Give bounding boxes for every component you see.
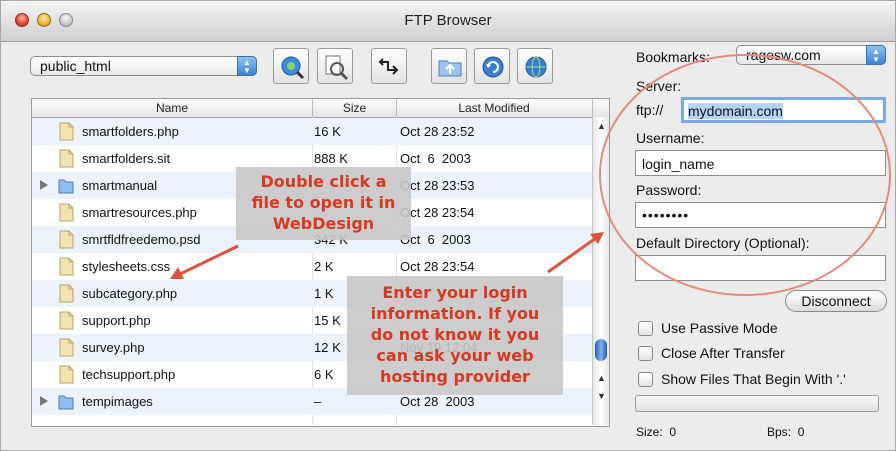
scroll-up-arrow-icon[interactable]: ▲ [597,373,606,383]
refresh-icon [482,56,504,78]
document-icon [59,149,74,168]
file-name: techsupport.php [82,367,176,382]
close-after-transfer-checkbox[interactable] [638,346,653,361]
password-label: Password: [636,182,702,198]
document-icon [59,284,74,303]
file-size: – [314,394,322,409]
file-size: 2 K [314,259,334,274]
folder-icon [58,179,74,194]
file-modified: Oct 28 23:54 [400,259,475,274]
scroll-up-arrow-icon[interactable]: ▲ [597,121,606,131]
login-info-callout: Enter your login information. If you do … [347,276,563,395]
bookmarks-label: Bookmarks: [636,49,710,65]
file-size: 12 K [314,340,341,355]
file-modified: Oct 28 23:54 [400,205,475,220]
folder-popup[interactable]: public_html ▲ ▼ [30,56,257,76]
server-field[interactable]: mydomain.com [681,97,886,123]
table-header: Name Size Last Modified [32,99,609,118]
bps-status-label: Bps: 0 [767,425,805,439]
username-label: Username: [636,130,705,146]
username-field-value: login_name [642,156,715,172]
file-name: survey.php [82,340,145,355]
bookmarks-popup[interactable]: ragesw.com ▲ ▼ [736,45,886,65]
upload-icon [438,60,462,77]
document-icon [59,230,74,249]
document-icon [59,203,74,222]
transfer-progress-bar [635,395,879,412]
refresh-button[interactable] [474,48,510,84]
web-icon [525,56,547,78]
file-row[interactable]: smartfolders.php 16 K Oct 28 23:52 [32,118,592,145]
file-modified: Oct 28 23:53 [400,178,475,193]
file-size: 6 K [314,367,334,382]
scroll-down-arrow-icon[interactable]: ▼ [597,391,606,401]
file-name: smartfolders.php [82,124,179,139]
bps-status-value: 0 [797,425,805,439]
server-label: Server: [636,78,682,94]
popup-arrows-icon: ▲ ▼ [866,45,886,65]
disconnect-button[interactable]: Disconnect [785,290,887,312]
size-status-label: Size: 0 [636,425,677,439]
show-dot-files-label: Show Files That Begin With '.' [661,371,846,387]
sync-button[interactable] [371,48,407,84]
file-size: 15 K [314,313,341,328]
size-status-value: 0 [669,425,677,439]
column-header-modified[interactable]: Last Modified [397,101,591,115]
info-button[interactable] [317,48,353,84]
connect-icon [281,56,305,80]
column-header-size[interactable]: Size [313,101,396,115]
column-header-name[interactable]: Name [32,101,312,115]
disclosure-triangle-icon[interactable] [40,396,48,406]
file-name: smartresources.php [82,205,197,220]
show-dot-files-checkbox[interactable] [638,372,653,387]
info-icon [325,55,349,80]
file-size: 888 K [314,151,348,166]
passive-mode-checkbox[interactable] [638,321,653,336]
server-field-value: mydomain.com [688,103,783,119]
folder-popup-value: public_html [40,58,111,74]
table-scrollbar[interactable]: ▲ ▲ ▼ [592,117,609,425]
document-icon [59,257,74,276]
title-bar: FTP Browser [1,1,895,42]
password-field[interactable]: •••••••• [635,202,886,228]
passive-mode-label: Use Passive Mode [661,320,778,336]
sync-icon [378,58,399,75]
file-name: smartmanual [82,178,158,193]
file-name: support.php [82,313,151,328]
bookmarks-popup-value: ragesw.com [746,47,821,63]
document-icon [59,122,74,141]
file-name: subcategory.php [82,286,178,301]
document-icon [59,311,74,330]
server-prefix: ftp:// [636,102,664,118]
username-field[interactable]: login_name [635,150,886,176]
document-icon [59,338,74,357]
file-name: smartfolders.sit [82,151,171,166]
file-modified: Oct 28 2003 [400,394,475,409]
file-name: tempimages [82,394,153,409]
file-name: smrtfldfreedemo.psd [82,232,201,247]
directory-field[interactable] [635,255,886,281]
file-size: 1 K [314,286,334,301]
folder-icon [58,395,74,410]
popup-arrows-icon: ▲ ▼ [237,56,257,76]
file-modified: Oct 28 23:52 [400,124,475,139]
double-click-callout: Double click a file to open it in WebDes… [236,167,411,240]
upload-button[interactable] [431,48,467,84]
window-title: FTP Browser [404,12,492,29]
password-field-value: •••••••• [642,207,690,223]
document-icon [59,365,74,384]
scroll-thumb[interactable] [595,339,607,361]
file-modified: Oct 6 2003 [400,151,471,166]
close-after-transfer-label: Close After Transfer [661,345,785,361]
file-name: stylesheets.css [82,259,171,274]
web-button[interactable] [517,48,553,84]
disclosure-triangle-icon[interactable] [40,180,48,190]
file-size: 16 K [314,124,341,139]
connect-button[interactable] [273,48,309,84]
directory-label: Default Directory (Optional): [636,235,810,251]
